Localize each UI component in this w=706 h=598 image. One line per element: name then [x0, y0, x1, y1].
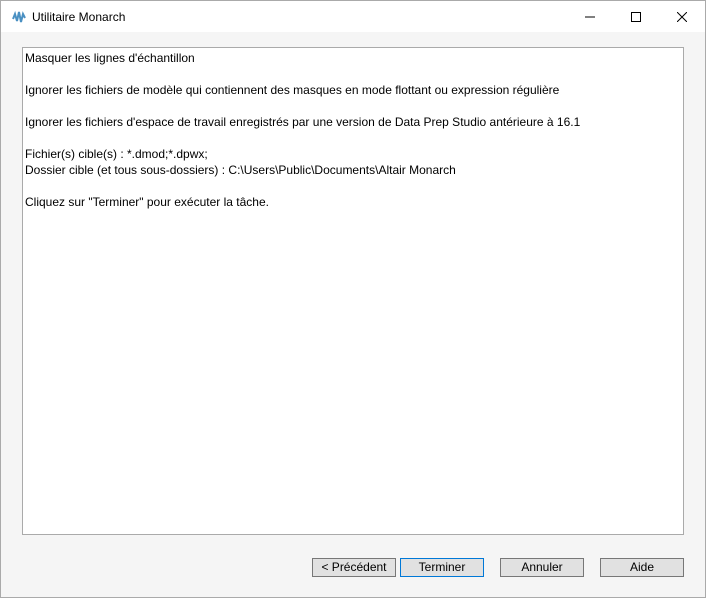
- summary-line: Dossier cible (et tous sous-dossiers) : …: [25, 163, 456, 177]
- minimize-icon: [585, 16, 595, 17]
- summary-line: Fichier(s) cible(s) : *.dmod;*.dpwx;: [25, 147, 208, 161]
- summary-text-box[interactable]: Masquer les lignes d'échantillon Ignorer …: [22, 47, 684, 535]
- previous-button[interactable]: < Précédent: [312, 558, 396, 577]
- help-button[interactable]: Aide: [600, 558, 684, 577]
- close-icon: [677, 11, 687, 22]
- window-title: Utilitaire Monarch: [32, 10, 126, 24]
- utility-window: Utilitaire Monarch Masquer les lignes d'…: [0, 0, 706, 598]
- maximize-icon: [631, 11, 641, 22]
- summary-line: Cliquez sur "Terminer" pour exécuter la …: [25, 195, 269, 209]
- minimize-button[interactable]: [567, 1, 613, 32]
- summary-line: Ignorer les fichiers de modèle qui conti…: [25, 83, 560, 97]
- title-bar: Utilitaire Monarch: [1, 1, 705, 32]
- monarch-app-icon: [12, 10, 26, 23]
- summary-line: Ignorer les fichiers d'espace de travail…: [25, 115, 581, 129]
- summary-line: Masquer les lignes d'échantillon: [25, 51, 195, 65]
- finish-button[interactable]: Terminer: [400, 558, 484, 577]
- close-button[interactable]: [659, 1, 705, 32]
- cancel-button[interactable]: Annuler: [500, 558, 584, 577]
- maximize-button[interactable]: [613, 1, 659, 32]
